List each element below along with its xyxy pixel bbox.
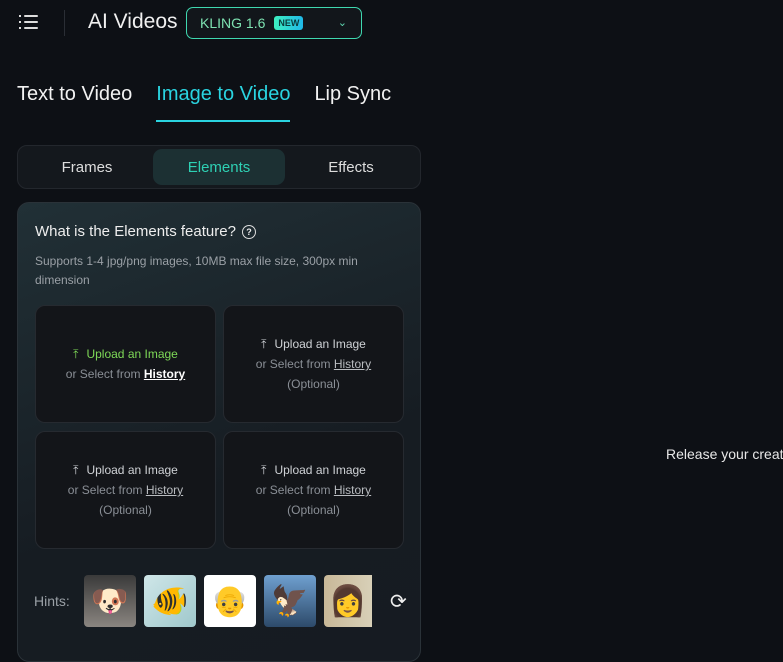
upload-label: Upload an Image: [86, 463, 178, 477]
new-badge: NEW: [274, 16, 304, 30]
select-label: or Select from: [255, 483, 331, 497]
upload-icon: ⤒: [261, 463, 267, 477]
upload-label: Upload an Image: [86, 347, 178, 361]
hint-thumb-goldfish[interactable]: 🐠: [144, 575, 196, 627]
upload-slot-2[interactable]: ⤒ Upload an Image or Select from History …: [223, 305, 404, 423]
help-icon[interactable]: ?: [241, 224, 256, 239]
upload-slot-4[interactable]: ⤒ Upload an Image or Select from History …: [223, 431, 404, 549]
heading-text: What is the Elements feature?: [35, 223, 236, 240]
upload-icon: ⤒: [261, 337, 267, 351]
hint-thumb-puppy[interactable]: 🐶: [84, 575, 136, 627]
history-link[interactable]: History: [334, 483, 371, 497]
model-name: KLING 1.6: [200, 15, 266, 31]
segment-elements[interactable]: Elements: [153, 149, 285, 185]
history-link[interactable]: History: [146, 483, 183, 497]
segment-frames[interactable]: Frames: [21, 149, 153, 185]
hints-row: Hints: 🐶 🐠 👴 🦅 👩 ⟳: [34, 575, 407, 627]
tab-image-to-video[interactable]: Image to Video: [156, 83, 291, 122]
upload-label: Upload an Image: [274, 463, 366, 477]
mode-tabs: Text to Video Image to Video Lip Sync: [17, 83, 391, 122]
optional-label: (Optional): [99, 503, 152, 517]
hint-thumb-pegasus[interactable]: 🦅: [264, 575, 316, 627]
chevron-down-icon: ⌄: [337, 17, 347, 29]
panel-description: Supports 1-4 jpg/png images, 10MB max fi…: [35, 254, 358, 287]
select-label: or Select from: [67, 483, 143, 497]
history-link[interactable]: History: [334, 357, 371, 371]
model-selector[interactable]: KLING 1.6 NEW ⌄: [186, 7, 362, 39]
panel-heading: What is the Elements feature? ?: [35, 223, 256, 240]
select-label: or Select from: [255, 357, 331, 371]
elements-panel: What is the Elements feature? ? Supports…: [17, 202, 421, 662]
hints-label: Hints:: [34, 593, 70, 609]
refresh-icon[interactable]: ⟳: [390, 589, 407, 614]
upload-icon: ⤒: [73, 463, 79, 477]
tab-text-to-video[interactable]: Text to Video: [17, 83, 132, 122]
hint-thumb-cartoon-grandpa[interactable]: 👴: [204, 575, 256, 627]
menu-icon[interactable]: [19, 13, 39, 31]
hint-thumb-woman[interactable]: 👩: [324, 575, 372, 627]
optional-label: (Optional): [287, 503, 340, 517]
history-link[interactable]: History: [144, 367, 185, 381]
upload-label: Upload an Image: [274, 337, 366, 351]
page-title: AI Videos: [88, 10, 178, 33]
segment-control: Frames Elements Effects: [17, 145, 421, 189]
segment-effects[interactable]: Effects: [285, 149, 417, 185]
canvas-placeholder-text: Release your creat: [666, 446, 783, 462]
upload-icon: ⤒: [73, 347, 79, 361]
tab-lip-sync[interactable]: Lip Sync: [314, 83, 391, 122]
select-label: or Select from: [65, 367, 141, 381]
upload-slot-3[interactable]: ⤒ Upload an Image or Select from History …: [35, 431, 216, 549]
optional-label: (Optional): [287, 377, 340, 391]
upload-slot-1[interactable]: ⤒ Upload an Image or Select from History: [35, 305, 216, 423]
divider: [64, 10, 65, 36]
